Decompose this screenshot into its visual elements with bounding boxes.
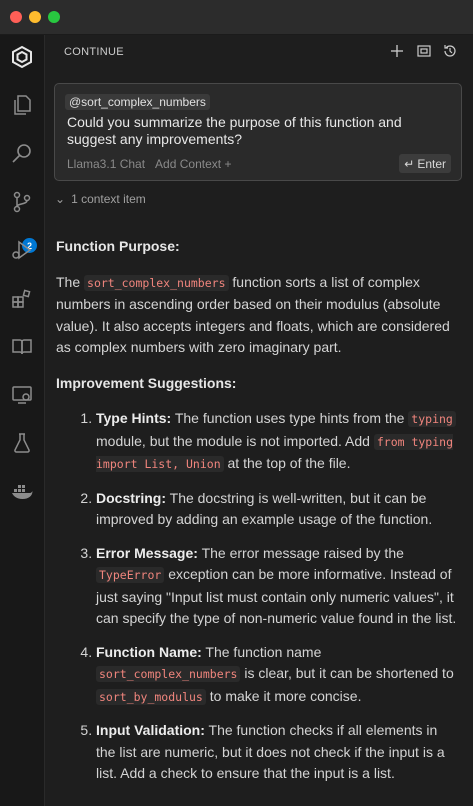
inline-code: TypeError [96, 567, 165, 583]
enter-button[interactable]: ↵ Enter [399, 154, 451, 173]
suggestion-title: Error Message: [96, 544, 198, 561]
inline-code: sort_complex_numbers [96, 666, 241, 682]
fullscreen-icon[interactable] [416, 43, 432, 59]
suggestion-text: The function uses type hints from the [171, 410, 409, 426]
suggestion-text: to make it more concise. [205, 687, 362, 704]
chevron-down-icon: ⌄ [55, 192, 66, 206]
suggestion-title: Type Hints: [96, 410, 172, 426]
suggestion-list: Type Hints: The function uses type hints… [56, 408, 460, 785]
search-icon[interactable] [7, 139, 37, 169]
suggestion-text: The function name [201, 643, 322, 660]
suggestion-text: The error message raised by the [197, 544, 404, 561]
improvements-heading: Improvement Suggestions: [56, 374, 237, 391]
assistant-response: Function Purpose: The sort_complex_numbe… [56, 236, 460, 797]
suggestion-item: Function Name: The function name sort_co… [96, 642, 460, 709]
input-footer: Llama3.1 Chat Add Context + [67, 157, 251, 171]
suggestion-item: Input Validation: The function checks if… [96, 720, 460, 785]
new-session-plus-icon[interactable] [389, 43, 405, 59]
activity-bar: 2 [0, 35, 45, 806]
book-icon[interactable] [7, 332, 37, 362]
context-items-toggle[interactable]: ⌄ 1 context item [55, 192, 146, 206]
suggestion-title: Input Validation: [96, 722, 205, 738]
continue-logo-icon[interactable] [7, 42, 37, 72]
run-debug-icon[interactable] [7, 235, 37, 265]
history-icon[interactable] [442, 43, 458, 59]
context-mention-chip[interactable]: @sort_complex_numbers [65, 94, 210, 110]
close-window-button[interactable] [10, 11, 22, 23]
chat-input-box[interactable]: @sort_complex_numbers Could you summariz… [54, 83, 462, 181]
inline-code: sort_by_modulus [96, 688, 206, 705]
explorer-icon[interactable] [7, 90, 37, 120]
panel-title: CONTINUE [64, 46, 124, 58]
testing-flask-icon[interactable] [7, 428, 37, 458]
add-context-plus: + [224, 157, 232, 171]
minimize-window-button[interactable] [29, 11, 41, 23]
question-text: Could you summarize the purpose of this … [67, 114, 402, 147]
suggestion-item: Type Hints: The function uses type hints… [96, 408, 460, 476]
inline-code: sort_complex_numbers [84, 274, 229, 291]
window-titlebar [0, 0, 473, 35]
remote-explorer-icon[interactable] [7, 380, 37, 410]
model-selector[interactable]: Llama3.1 Chat [67, 157, 145, 171]
add-context-label: Add Context [155, 157, 222, 171]
enter-label: Enter [417, 156, 446, 171]
suggestion-text: at the top of the file. [223, 455, 351, 471]
maximize-window-button[interactable] [48, 11, 60, 23]
suggestion-text: is clear, but it can be shortened to [240, 665, 454, 681]
extensions-icon[interactable] [7, 284, 37, 314]
suggestion-item: Error Message: The error message raised … [96, 543, 460, 630]
suggestion-title: Function Name: [96, 643, 202, 660]
add-context-button[interactable]: Add Context + [155, 157, 241, 171]
suggestion-title: Docstring: [96, 489, 166, 506]
suggestion-text: module, but the module is not imported. … [96, 432, 374, 449]
purpose-heading: Function Purpose: [56, 238, 180, 254]
panel-header: CONTINUE [45, 35, 473, 69]
enter-return-icon: ↵ [404, 156, 415, 171]
suggestion-item: Docstring: The docstring is well-written… [96, 488, 460, 531]
context-items-label: 1 context item [71, 192, 146, 206]
docker-icon[interactable] [7, 476, 37, 506]
purpose-paragraph: The sort_complex_numbers function sorts … [56, 272, 460, 359]
inline-code: typing [408, 411, 456, 427]
purpose-text: The [56, 273, 85, 290]
source-control-icon[interactable] [7, 187, 37, 217]
